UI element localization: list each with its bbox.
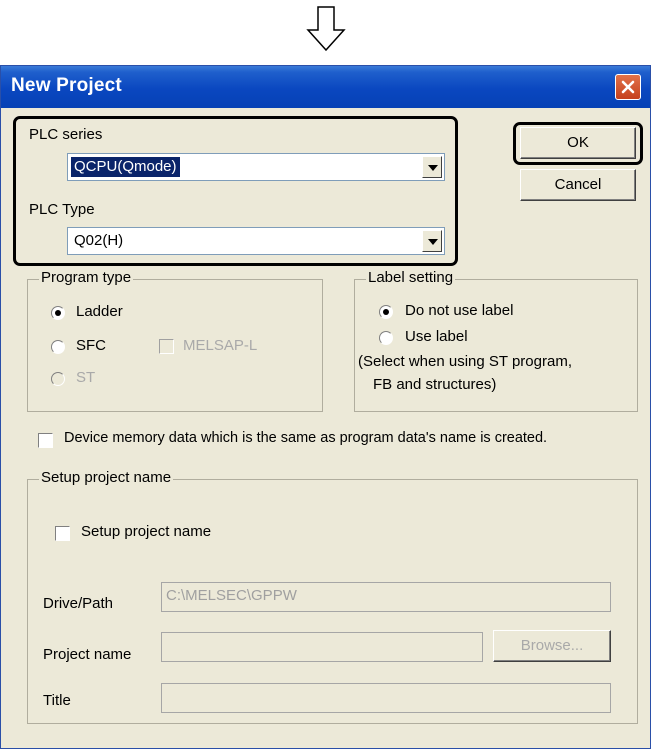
project-name-label: Project name — [43, 646, 132, 663]
plc-type-label: PLC Type — [29, 201, 95, 218]
setup-project-group-label: Setup project name — [39, 469, 174, 486]
new-project-dialog: New Project PLC series QCPU(Qmode) PLC T… — [0, 65, 651, 749]
program-type-label: Program type — [39, 269, 134, 286]
do-not-use-label-radio[interactable] — [379, 305, 393, 319]
label-note-line1: (Select when using ST program, — [358, 353, 572, 370]
label-setting-label: Label setting — [366, 269, 456, 286]
drive-path-value: C:\MELSEC\GPPW — [166, 587, 297, 604]
drive-path-label: Drive/Path — [43, 595, 114, 612]
plc-type-select[interactable]: Q02(H) — [67, 227, 445, 255]
use-label-radio[interactable] — [379, 331, 393, 345]
st-label: ST — [76, 369, 96, 386]
browse-button[interactable]: Browse... — [493, 630, 611, 662]
do-not-use-label-text: Do not use label — [405, 302, 514, 319]
st-radio[interactable] — [51, 372, 65, 386]
dialog-title: New Project — [11, 75, 122, 96]
plc-type-value: Q02(H) — [74, 232, 124, 249]
plc-series-select[interactable]: QCPU(Qmode) — [67, 153, 445, 181]
title-bar: New Project — [1, 66, 650, 108]
ladder-radio[interactable] — [51, 306, 65, 320]
plc-series-label: PLC series — [29, 126, 103, 143]
title-label: Title — [43, 692, 71, 709]
ladder-label: Ladder — [76, 303, 123, 320]
chevron-down-icon[interactable] — [422, 156, 442, 178]
melsap-checkbox[interactable] — [159, 339, 174, 354]
project-name-field[interactable] — [161, 632, 483, 662]
setup-project-checkbox-label: Setup project name — [81, 523, 212, 540]
device-memory-label: Device memory data which is the same as … — [64, 430, 548, 446]
cancel-button[interactable]: Cancel — [520, 169, 636, 201]
close-button[interactable] — [615, 74, 641, 100]
melsap-label: MELSAP-L — [183, 337, 258, 354]
title-field[interactable] — [161, 683, 611, 713]
use-label-text: Use label — [405, 328, 468, 345]
label-note-line2: FB and structures) — [373, 376, 497, 393]
drive-path-field[interactable]: C:\MELSEC\GPPW — [161, 582, 611, 612]
setup-project-checkbox[interactable] — [55, 526, 70, 541]
program-type-group — [27, 279, 323, 412]
ok-button[interactable]: OK — [520, 127, 636, 159]
sfc-label: SFC — [76, 337, 106, 354]
close-icon — [621, 80, 635, 94]
down-arrow-icon — [306, 6, 346, 52]
device-memory-checkbox[interactable] — [38, 433, 53, 448]
plc-series-value: QCPU(Qmode) — [71, 157, 180, 177]
sfc-radio[interactable] — [51, 340, 65, 354]
chevron-down-icon[interactable] — [422, 230, 442, 252]
